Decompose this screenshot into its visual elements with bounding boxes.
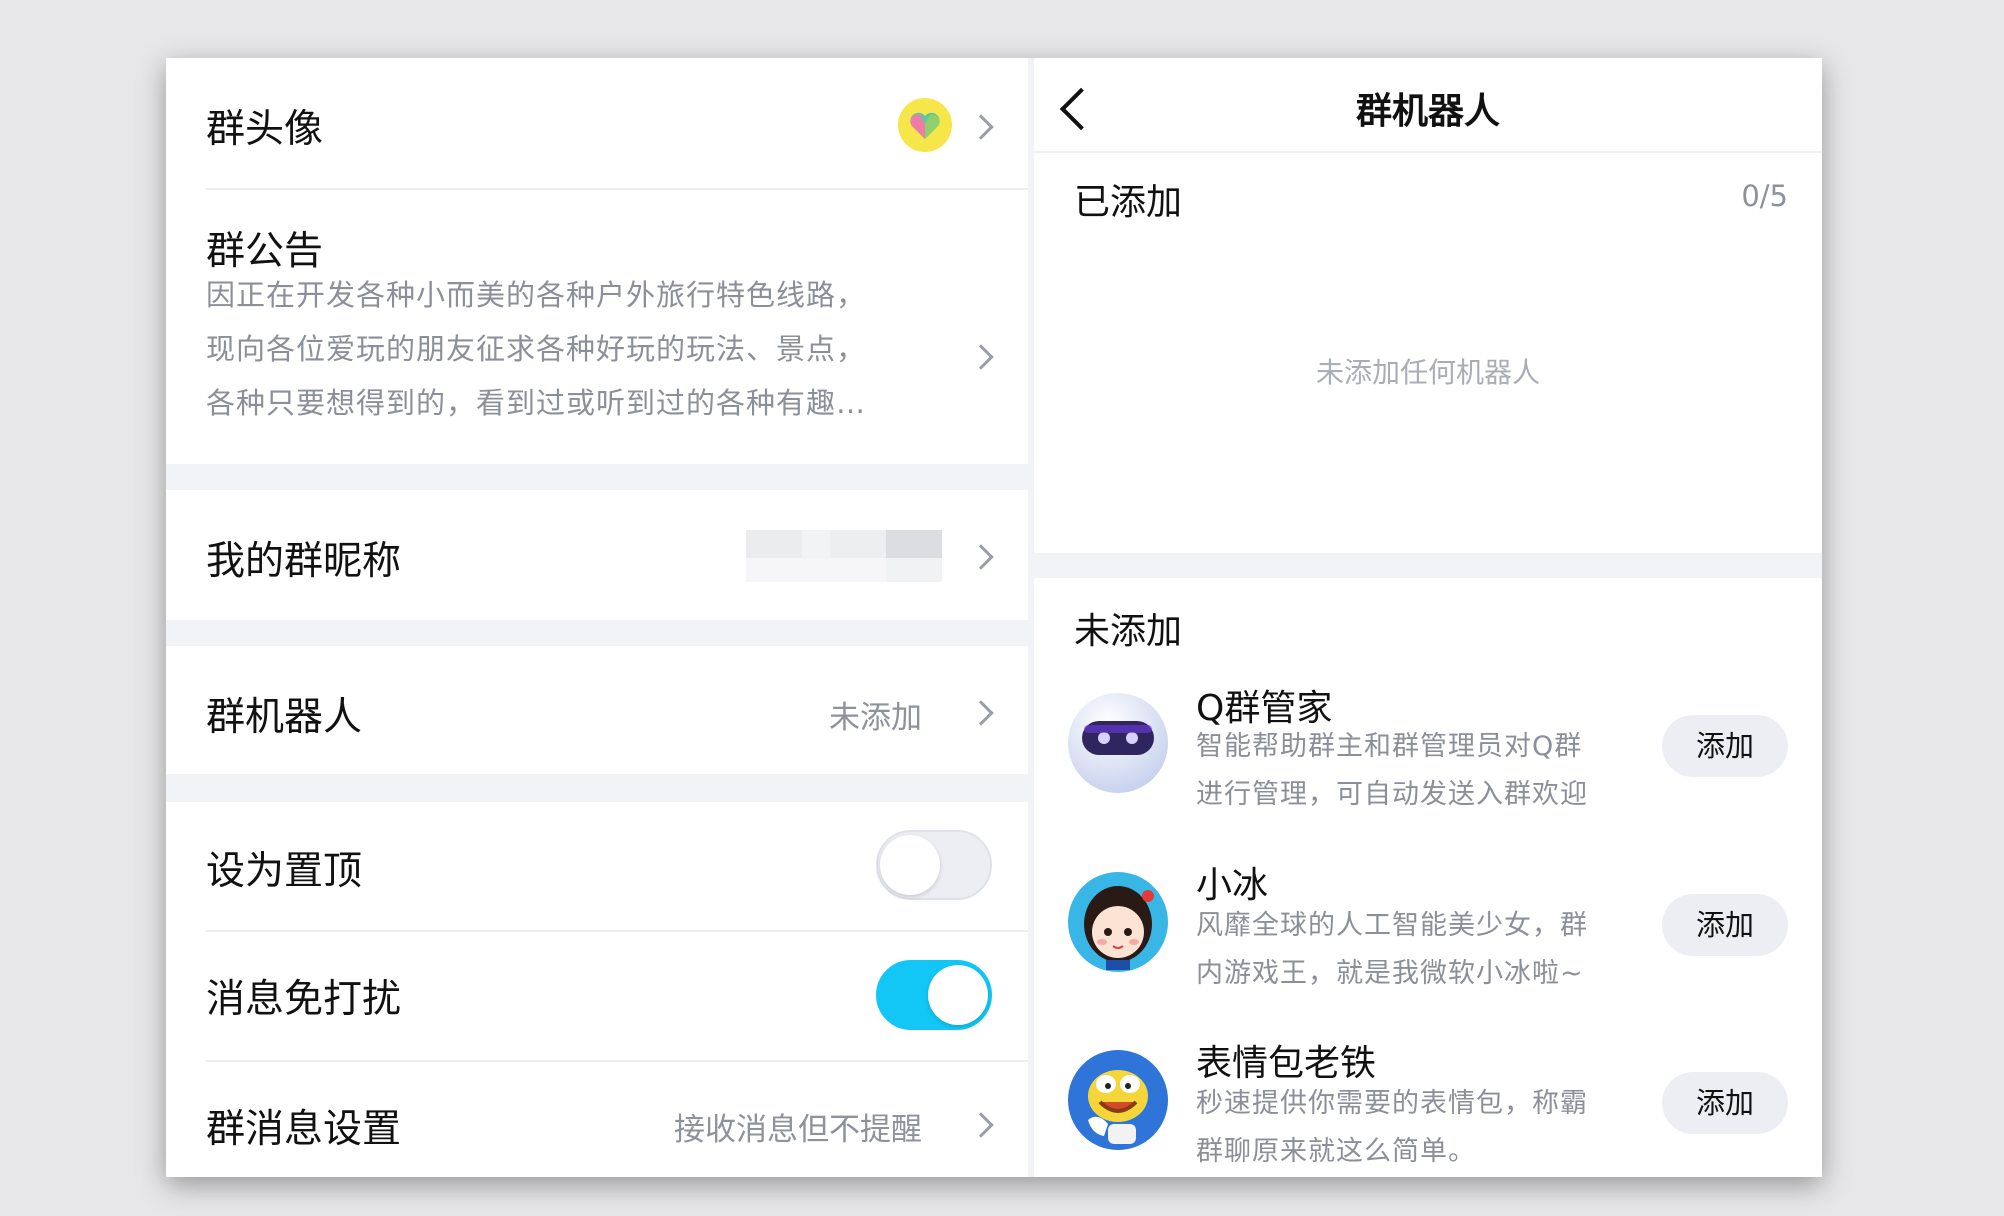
bot-desc-line: 智能帮助群主和群管理员对Q群	[1196, 731, 1583, 762]
group-notice-row[interactable]: 群公告 因正在开发各种小而美的各种户外旅行特色线路， 现向各位爱玩的朋友征求各种…	[166, 190, 1028, 464]
toggle-knob	[928, 965, 988, 1025]
chevron-right-icon	[968, 544, 994, 570]
nickname-row[interactable]: 我的群昵称	[166, 490, 1028, 620]
chevron-right-icon	[968, 114, 994, 140]
add-bot-button[interactable]: 添加	[1662, 715, 1788, 777]
robot-avatar-icon	[1068, 693, 1168, 793]
group-robot-value: 未添加	[829, 700, 922, 736]
message-settings-label: 群消息设置	[206, 1107, 402, 1152]
message-settings-row[interactable]: 群消息设置 接收消息但不提醒	[166, 1062, 1028, 1177]
nickname-blurred-value	[746, 530, 942, 582]
page-title: 群机器人	[1355, 91, 1500, 132]
add-bot-button[interactable]: 添加	[1662, 894, 1788, 956]
emoji-avatar-icon	[1068, 1050, 1168, 1150]
group-robots-panel: 群机器人 已添加 0/5 未添加任何机器人 未添加 Q群管家 智能帮助群主和群管…	[1034, 58, 1822, 1177]
group-avatar-label: 群头像	[206, 107, 324, 152]
chevron-right-icon	[968, 1112, 994, 1138]
mute-row: 消息免打扰	[166, 932, 1028, 1058]
heart-avatar-icon	[898, 98, 952, 152]
bot-desc-line: 秒速提供你需要的表情包，称霸	[1196, 1088, 1588, 1119]
chevron-right-icon	[968, 344, 994, 370]
bot-desc-line: 内游戏王，就是我微软小冰啦~	[1196, 958, 1584, 989]
bot-name: 小冰	[1196, 865, 1269, 906]
added-section: 已添加 0/5 未添加任何机器人	[1034, 153, 1822, 553]
mute-toggle[interactable]	[876, 960, 992, 1030]
bot-desc-line: 风靡全球的人工智能美少女，群	[1196, 910, 1588, 941]
bot-list-item: 小冰 风靡全球的人工智能美少女，群 内游戏王，就是我微软小冰啦~ 添加	[1034, 862, 1822, 1032]
bot-desc-line: 进行管理，可自动发送入群欢迎	[1196, 779, 1588, 810]
pin-top-label: 设为置顶	[206, 849, 363, 894]
not-added-section: 未添加 Q群管家 智能帮助群主和群管理员对Q群 进行管理，可自动发送入群欢迎 添…	[1034, 578, 1822, 1177]
added-count: 0/5	[1741, 179, 1788, 213]
notice-line: 现向各位爱玩的朋友征求各种好玩的玩法、景点，	[206, 332, 867, 366]
group-robot-row[interactable]: 群机器人 未添加	[166, 646, 1028, 774]
add-bot-button[interactable]: 添加	[1662, 1072, 1788, 1134]
settings-group-top: 群头像 群公告 因正在开发各种小而美的各种户外旅行特色线路， 现向各位爱玩的朋友…	[166, 58, 1028, 464]
bot-description: 风靡全球的人工智能美少女，群 内游戏王，就是我微软小冰啦~	[1196, 902, 1636, 998]
toggle-knob	[880, 835, 940, 895]
notice-line: 各种只要想得到的，看到过或听到过的各种有趣…	[206, 386, 867, 420]
notice-line: 因正在开发各种小而美的各种户外旅行特色线路，	[206, 278, 867, 312]
group-settings-panel: 群头像 群公告 因正在开发各种小而美的各种户外旅行特色线路， 现向各位爱玩的朋友…	[166, 58, 1028, 1177]
bot-list-item: Q群管家 智能帮助群主和群管理员对Q群 进行管理，可自动发送入群欢迎 添加	[1034, 683, 1822, 853]
girl-avatar-icon	[1068, 872, 1168, 972]
nav-header: 群机器人	[1034, 58, 1822, 151]
message-settings-value: 接收消息但不提醒	[674, 1112, 922, 1148]
nickname-label: 我的群昵称	[206, 539, 402, 584]
empty-state-text: 未添加任何机器人	[1315, 356, 1540, 389]
bot-name: 表情包老铁	[1196, 1043, 1377, 1084]
bot-description: 智能帮助群主和群管理员对Q群 进行管理，可自动发送入群欢迎	[1196, 723, 1636, 819]
group-notice-text: 因正在开发各种小而美的各种户外旅行特色线路， 现向各位爱玩的朋友征求各种好玩的玩…	[206, 268, 866, 430]
group-robot-label: 群机器人	[206, 695, 363, 740]
mute-label: 消息免打扰	[206, 977, 402, 1022]
group-avatar-row[interactable]: 群头像	[166, 58, 1028, 188]
pin-top-toggle[interactable]	[876, 830, 992, 900]
not-added-section-title: 未添加	[1074, 611, 1183, 652]
bot-list-item: 表情包老铁 秒速提供你需要的表情包，称霸 群聊原来就这么简单。 添加	[1034, 1040, 1822, 1177]
chevron-right-icon	[968, 700, 994, 726]
pin-top-row: 设为置顶	[166, 802, 1028, 930]
added-section-title: 已添加	[1074, 182, 1183, 223]
bot-description: 秒速提供你需要的表情包，称霸 群聊原来就这么简单。	[1196, 1080, 1636, 1176]
settings-group-bottom: 设为置顶 消息免打扰 群消息设置 接收消息但不提醒	[166, 802, 1028, 1177]
screenshot-frame: 群头像 群公告 因正在开发各种小而美的各种户外旅行特色线路， 现向各位爱玩的朋友…	[166, 58, 1822, 1177]
bot-desc-line: 群聊原来就这么简单。	[1196, 1136, 1476, 1167]
